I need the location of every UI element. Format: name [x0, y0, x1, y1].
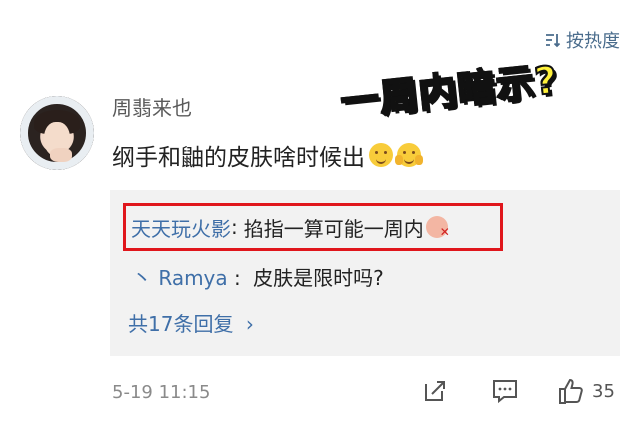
reply-author[interactable]: 天天玩火影: [131, 213, 231, 242]
thumbs-up-icon: [559, 378, 583, 404]
reply-item-highlighted[interactable]: 天天玩火影 : 掐指一算可能一周内 ✕: [123, 203, 503, 251]
sort-by-hot-button[interactable]: 按热度: [544, 28, 620, 52]
comment-timestamp: 5-19 11:15: [112, 382, 211, 403]
like-count: 35: [592, 380, 615, 402]
more-replies-link[interactable]: 共17条回复 ›: [128, 308, 254, 337]
reply-author[interactable]: Ramya: [158, 266, 227, 290]
reply-separator: :: [231, 215, 238, 239]
reply-text: 掐指一算可能一周内: [243, 216, 424, 241]
reply-prefix: 丶: [132, 266, 152, 290]
comment-button[interactable]: [490, 376, 520, 406]
smile-emoji: [369, 143, 393, 167]
pig-emoji: ✕: [425, 216, 450, 239]
comment-body: 纲手和鼬的皮肤啥时候出: [112, 145, 365, 171]
share-icon: [425, 381, 445, 401]
pleading-emoji: [395, 143, 423, 167]
reply-separator: :: [234, 266, 241, 290]
comment-icon: [493, 380, 517, 404]
avatar[interactable]: [20, 96, 94, 170]
more-replies-label: 共17条回复: [128, 312, 234, 336]
annotation-overlay: 一周内暗示?: [338, 57, 561, 126]
like-button[interactable]: 35: [556, 376, 615, 406]
reply-text: 皮肤是限时吗?: [253, 266, 384, 290]
reply-item[interactable]: 丶 Ramya : 皮肤是限时吗?: [132, 262, 384, 291]
chevron-right-icon: ›: [245, 312, 254, 336]
sort-label: 按热度: [566, 31, 620, 52]
sort-icon: [546, 34, 561, 48]
comment-text: 纲手和鼬的皮肤啥时候出: [112, 138, 423, 172]
share-button[interactable]: [420, 376, 450, 406]
comment-username[interactable]: 周翡来也: [112, 92, 192, 121]
